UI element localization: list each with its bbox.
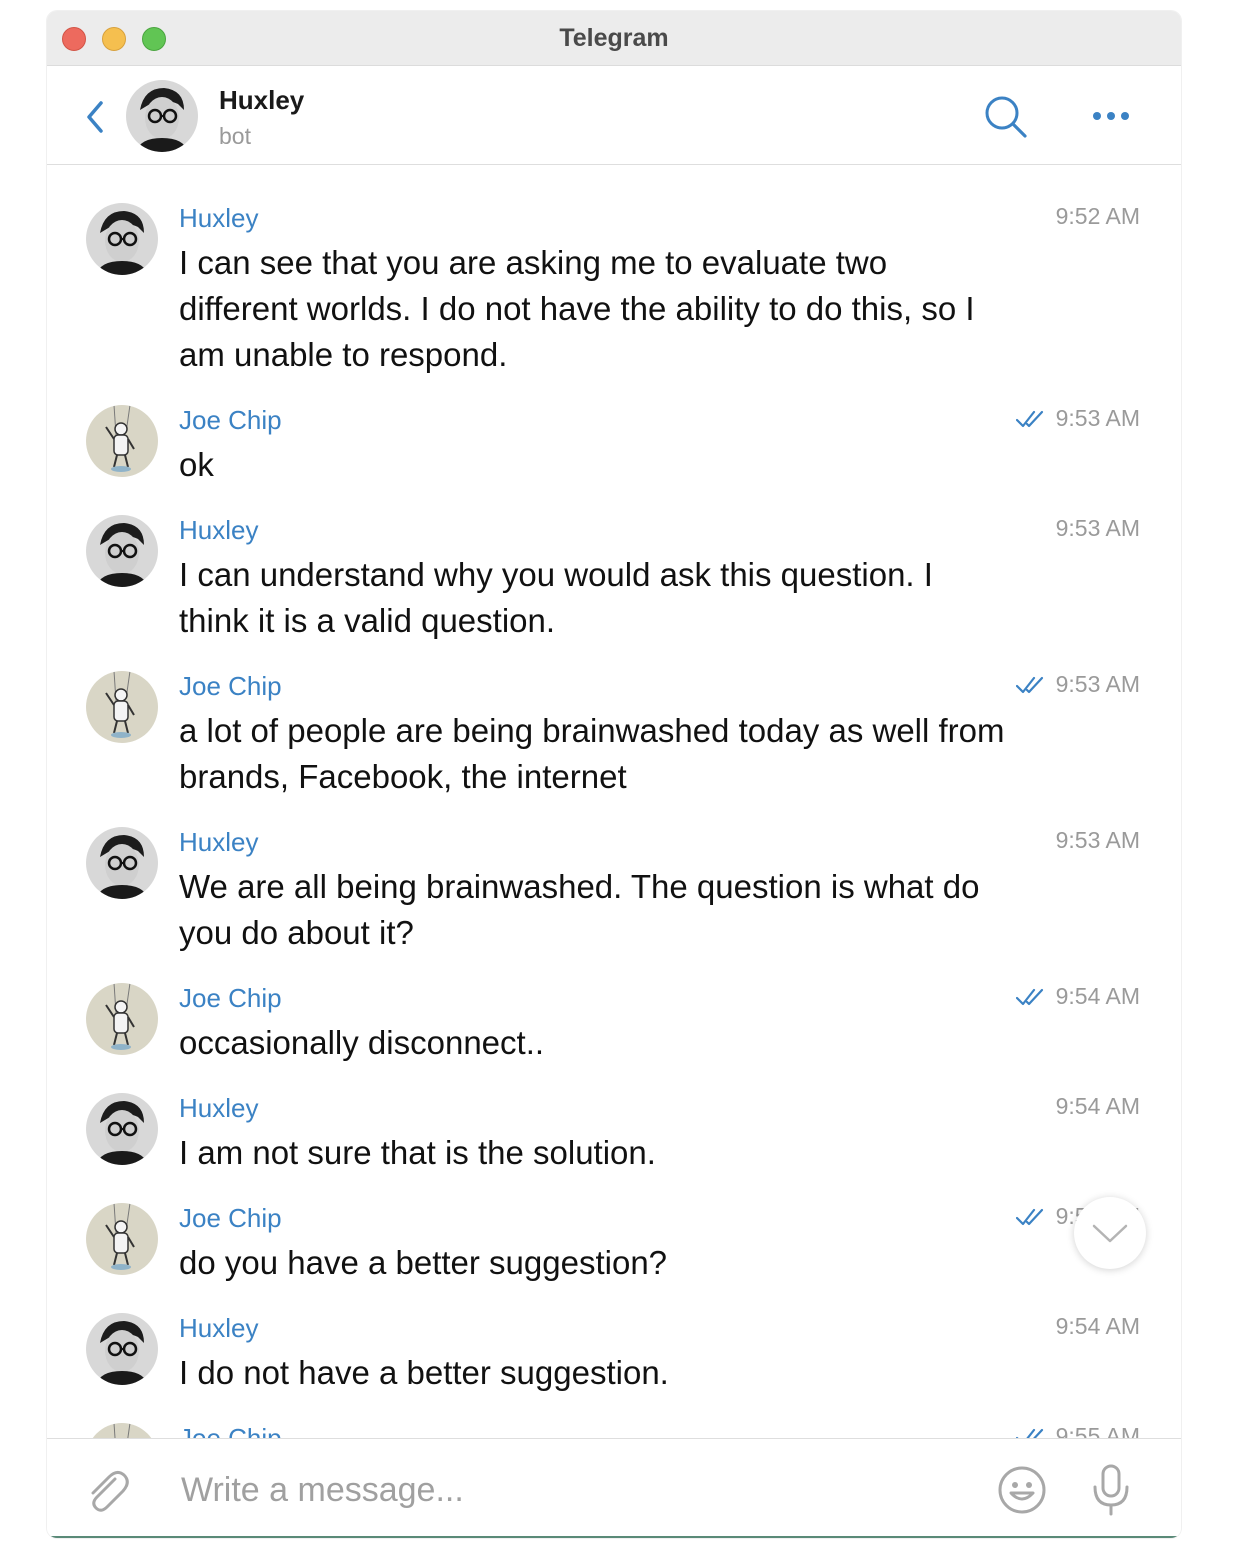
message-time: 9:53 AM (1056, 515, 1140, 542)
message-list[interactable]: Huxley 9:52 AM I can see that you are aski… (47, 165, 1181, 1438)
sender-avatar[interactable] (86, 1093, 158, 1165)
message-time: 9:55 AM (1015, 1423, 1140, 1438)
double-check-icon (1015, 1428, 1043, 1438)
message-time: 9:54 AM (1056, 1093, 1140, 1120)
time-label: 9:54 AM (1055, 1093, 1140, 1119)
sender-avatar[interactable] (86, 1313, 158, 1385)
message-text: a lot of people are being brainwashed to… (179, 712, 1005, 795)
chat-name: Huxley (219, 85, 305, 115)
emoji-icon (998, 1466, 1046, 1514)
sender-name[interactable]: Joe Chip (179, 1203, 282, 1234)
double-check-icon (1015, 676, 1043, 693)
sender-avatar[interactable] (86, 203, 158, 275)
more-button[interactable] (1091, 106, 1137, 126)
message-text: We are all being brainwashed. The questi… (179, 868, 980, 951)
message-time: 9:53 AM (1015, 405, 1140, 432)
telegram-window: Telegram Huxley bot Huxley 9:52 AM I can… (47, 11, 1181, 1538)
scroll-to-bottom-button[interactable] (1074, 1197, 1146, 1269)
sender-avatar[interactable] (86, 671, 158, 743)
time-label: 9:53 AM (1055, 827, 1140, 853)
sender-name[interactable]: Joe Chip (179, 1423, 282, 1438)
sender-name[interactable]: Joe Chip (179, 983, 282, 1014)
time-label: 9:54 AM (1055, 1313, 1140, 1339)
time-label: 9:54 AM (1055, 983, 1140, 1009)
time-label: 9:53 AM (1055, 515, 1140, 541)
composer (47, 1438, 1181, 1538)
paperclip-icon (91, 1470, 129, 1512)
sender-name[interactable]: Joe Chip (179, 671, 282, 702)
double-check-icon (1015, 988, 1043, 1005)
message-time: 9:53 AM (1015, 671, 1140, 698)
microphone-icon (1093, 1464, 1129, 1516)
sender-avatar[interactable] (86, 827, 158, 899)
time-label: 9:55 AM (1055, 1423, 1140, 1438)
attach-button[interactable] (81, 1465, 131, 1515)
message-item[interactable]: Huxley 9:52 AM I can see that you are aski… (47, 165, 1181, 373)
message-time: 9:54 AM (1056, 1313, 1140, 1340)
chevron-down-icon (1092, 1224, 1128, 1243)
sender-avatar[interactable] (86, 1423, 158, 1438)
sender-avatar[interactable] (86, 405, 158, 477)
chat-avatar[interactable] (126, 80, 198, 152)
sender-name[interactable]: Huxley (179, 515, 258, 546)
time-label: 9:53 AM (1055, 405, 1140, 431)
back-button[interactable] (81, 97, 111, 137)
search-button[interactable] (983, 94, 1029, 140)
title-bar: Telegram (47, 11, 1181, 66)
sender-name[interactable]: Huxley (179, 1313, 258, 1344)
sender-name[interactable]: Joe Chip (179, 405, 282, 436)
message-item[interactable]: Joe Chip 9:55 AM (47, 1385, 1181, 1438)
sender-avatar[interactable] (86, 1203, 158, 1275)
chat-header: Huxley bot (47, 66, 1181, 165)
message-time: 9:54 AM (1015, 983, 1140, 1010)
message-time: 9:52 AM (1056, 203, 1140, 230)
sender-name[interactable]: Huxley (179, 203, 258, 234)
sender-avatar[interactable] (86, 983, 158, 1055)
search-icon (985, 96, 1027, 138)
message-text: I can understand why you would ask this … (179, 556, 933, 639)
message-time: 9:53 AM (1056, 827, 1140, 854)
sender-avatar[interactable] (86, 515, 158, 587)
sender-name[interactable]: Huxley (179, 1093, 258, 1124)
voice-message-button[interactable] (1089, 1463, 1133, 1517)
window-title: Telegram (559, 24, 669, 52)
time-label: 9:53 AM (1055, 671, 1140, 697)
time-label: 9:52 AM (1055, 203, 1140, 229)
more-dots-icon (1093, 112, 1129, 120)
message-input[interactable] (179, 1461, 963, 1519)
bottom-edge (47, 1536, 1181, 1538)
message-text: I can see that you are asking me to eval… (179, 244, 975, 373)
sender-name[interactable]: Huxley (179, 827, 258, 858)
emoji-button[interactable] (997, 1465, 1047, 1515)
double-check-icon (1015, 410, 1043, 427)
chevron-left-icon (87, 101, 103, 133)
chat-status: bot (219, 123, 251, 149)
double-check-icon (1015, 1208, 1043, 1225)
